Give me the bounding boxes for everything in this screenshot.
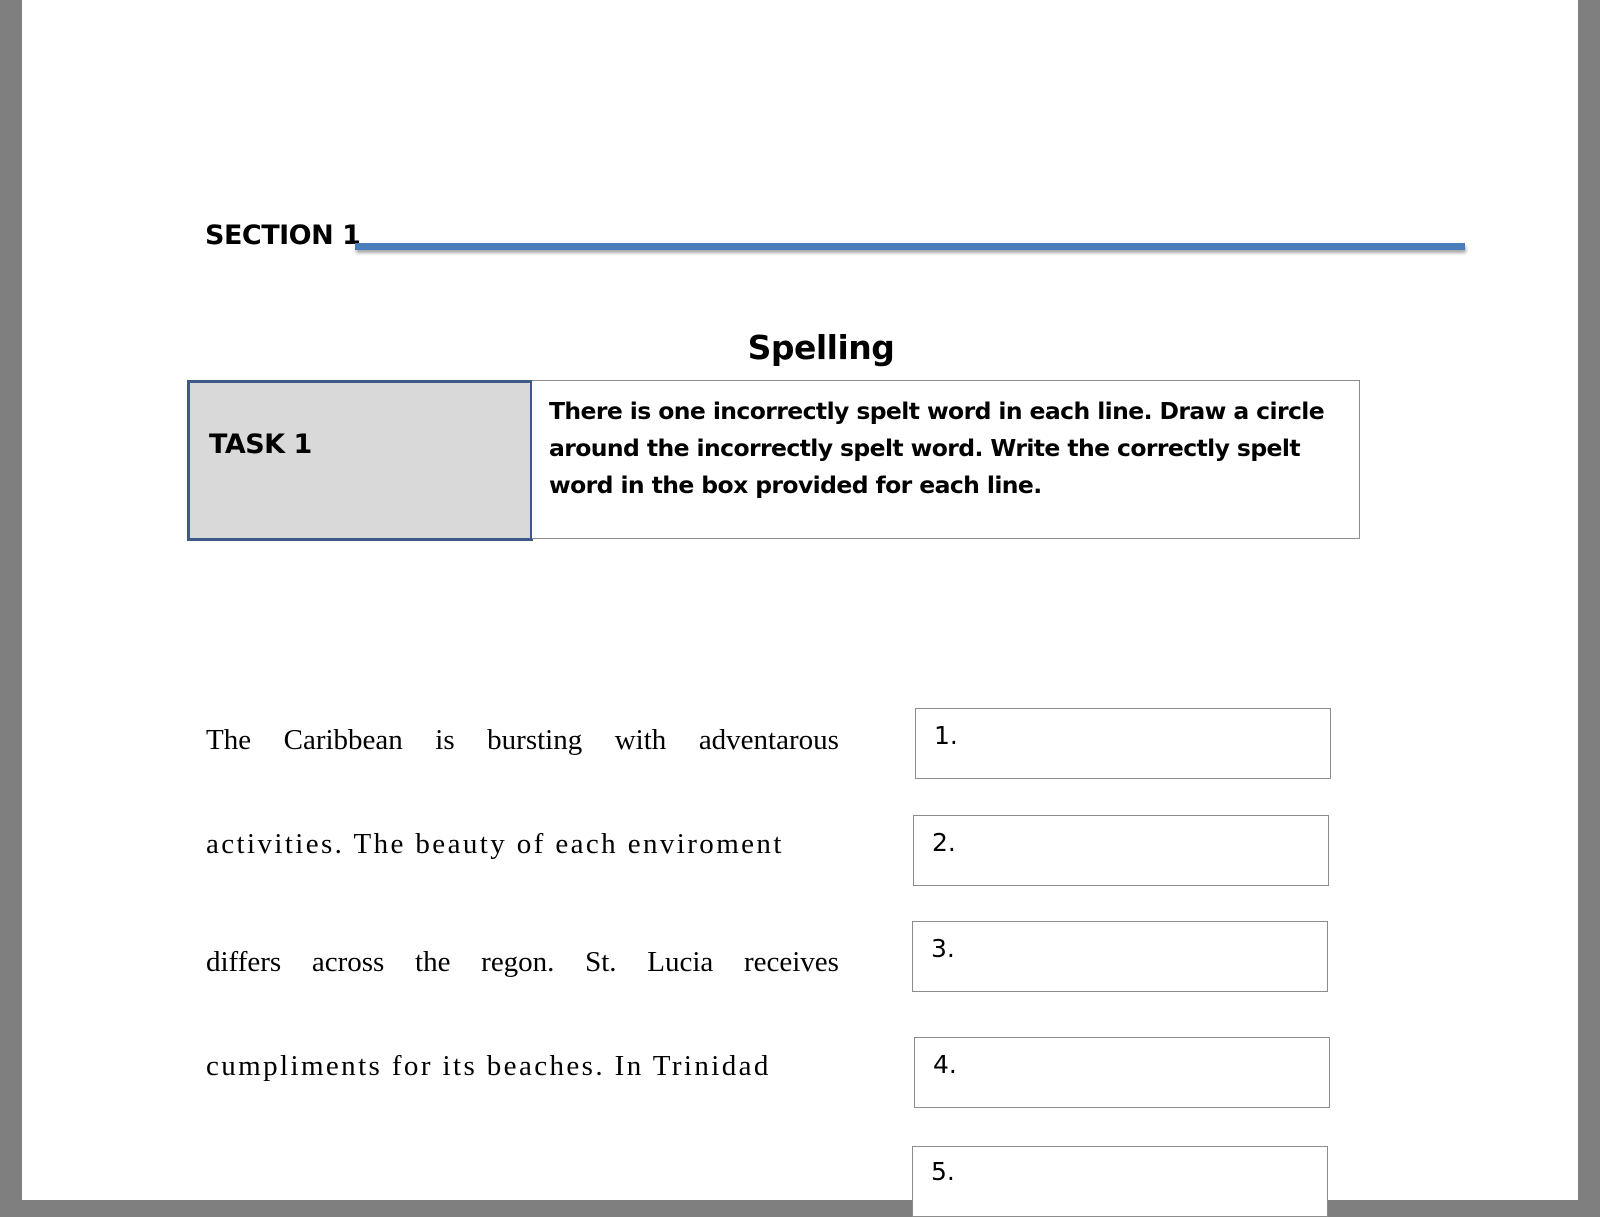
passage-line-3: differs across the regon. St. Lucia rece… bbox=[206, 946, 839, 979]
word[interactable]: is bbox=[435, 724, 454, 757]
answer-number: 5. bbox=[931, 1157, 955, 1186]
section-title: SECTION 1 bbox=[205, 220, 361, 251]
word[interactable]: Caribbean bbox=[284, 724, 403, 757]
word[interactable]: Lucia bbox=[647, 946, 713, 979]
word[interactable]: across bbox=[312, 946, 384, 979]
word[interactable]: bursting bbox=[487, 724, 582, 757]
task-label: TASK 1 bbox=[209, 429, 312, 460]
passage-line-4[interactable]: cumpliments for its beaches. In Trinidad bbox=[206, 1050, 839, 1083]
task-instructions: There is one incorrectly spelt word in e… bbox=[549, 397, 1325, 499]
spelling-heading: Spelling bbox=[747, 328, 895, 367]
word[interactable]: adventarous bbox=[699, 724, 839, 757]
answer-number: 3. bbox=[931, 934, 955, 963]
answer-box-2[interactable]: 2. bbox=[913, 815, 1329, 886]
passage-line-5-cutoff bbox=[206, 1166, 839, 1200]
passage-line-2[interactable]: activities. The beauty of each enviromen… bbox=[206, 828, 839, 861]
word[interactable]: The bbox=[206, 724, 251, 757]
answer-box-4[interactable]: 4. bbox=[914, 1037, 1330, 1108]
word[interactable]: St. bbox=[585, 946, 616, 979]
cutoff-text bbox=[206, 1166, 216, 1198]
task-instructions-cell: There is one incorrectly spelt word in e… bbox=[532, 380, 1360, 539]
answer-box-5[interactable]: 5. bbox=[912, 1146, 1328, 1217]
task-label-cell: TASK 1 bbox=[187, 380, 533, 541]
word[interactable]: with bbox=[615, 724, 667, 757]
answer-number: 1. bbox=[934, 721, 958, 750]
section-rule bbox=[355, 243, 1465, 250]
word[interactable]: differs bbox=[206, 946, 281, 979]
answer-box-1[interactable]: 1. bbox=[915, 708, 1331, 779]
answer-number: 4. bbox=[933, 1050, 957, 1079]
passage-line-1: The Caribbean is bursting with adventaro… bbox=[206, 724, 839, 757]
answer-number: 2. bbox=[932, 828, 956, 857]
document-page: SECTION 1 Spelling TASK 1 There is one i… bbox=[22, 0, 1578, 1217]
answer-box-3[interactable]: 3. bbox=[912, 921, 1328, 992]
word[interactable]: regon. bbox=[481, 946, 554, 979]
word[interactable]: the bbox=[415, 946, 450, 979]
word[interactable]: receives bbox=[744, 946, 839, 979]
